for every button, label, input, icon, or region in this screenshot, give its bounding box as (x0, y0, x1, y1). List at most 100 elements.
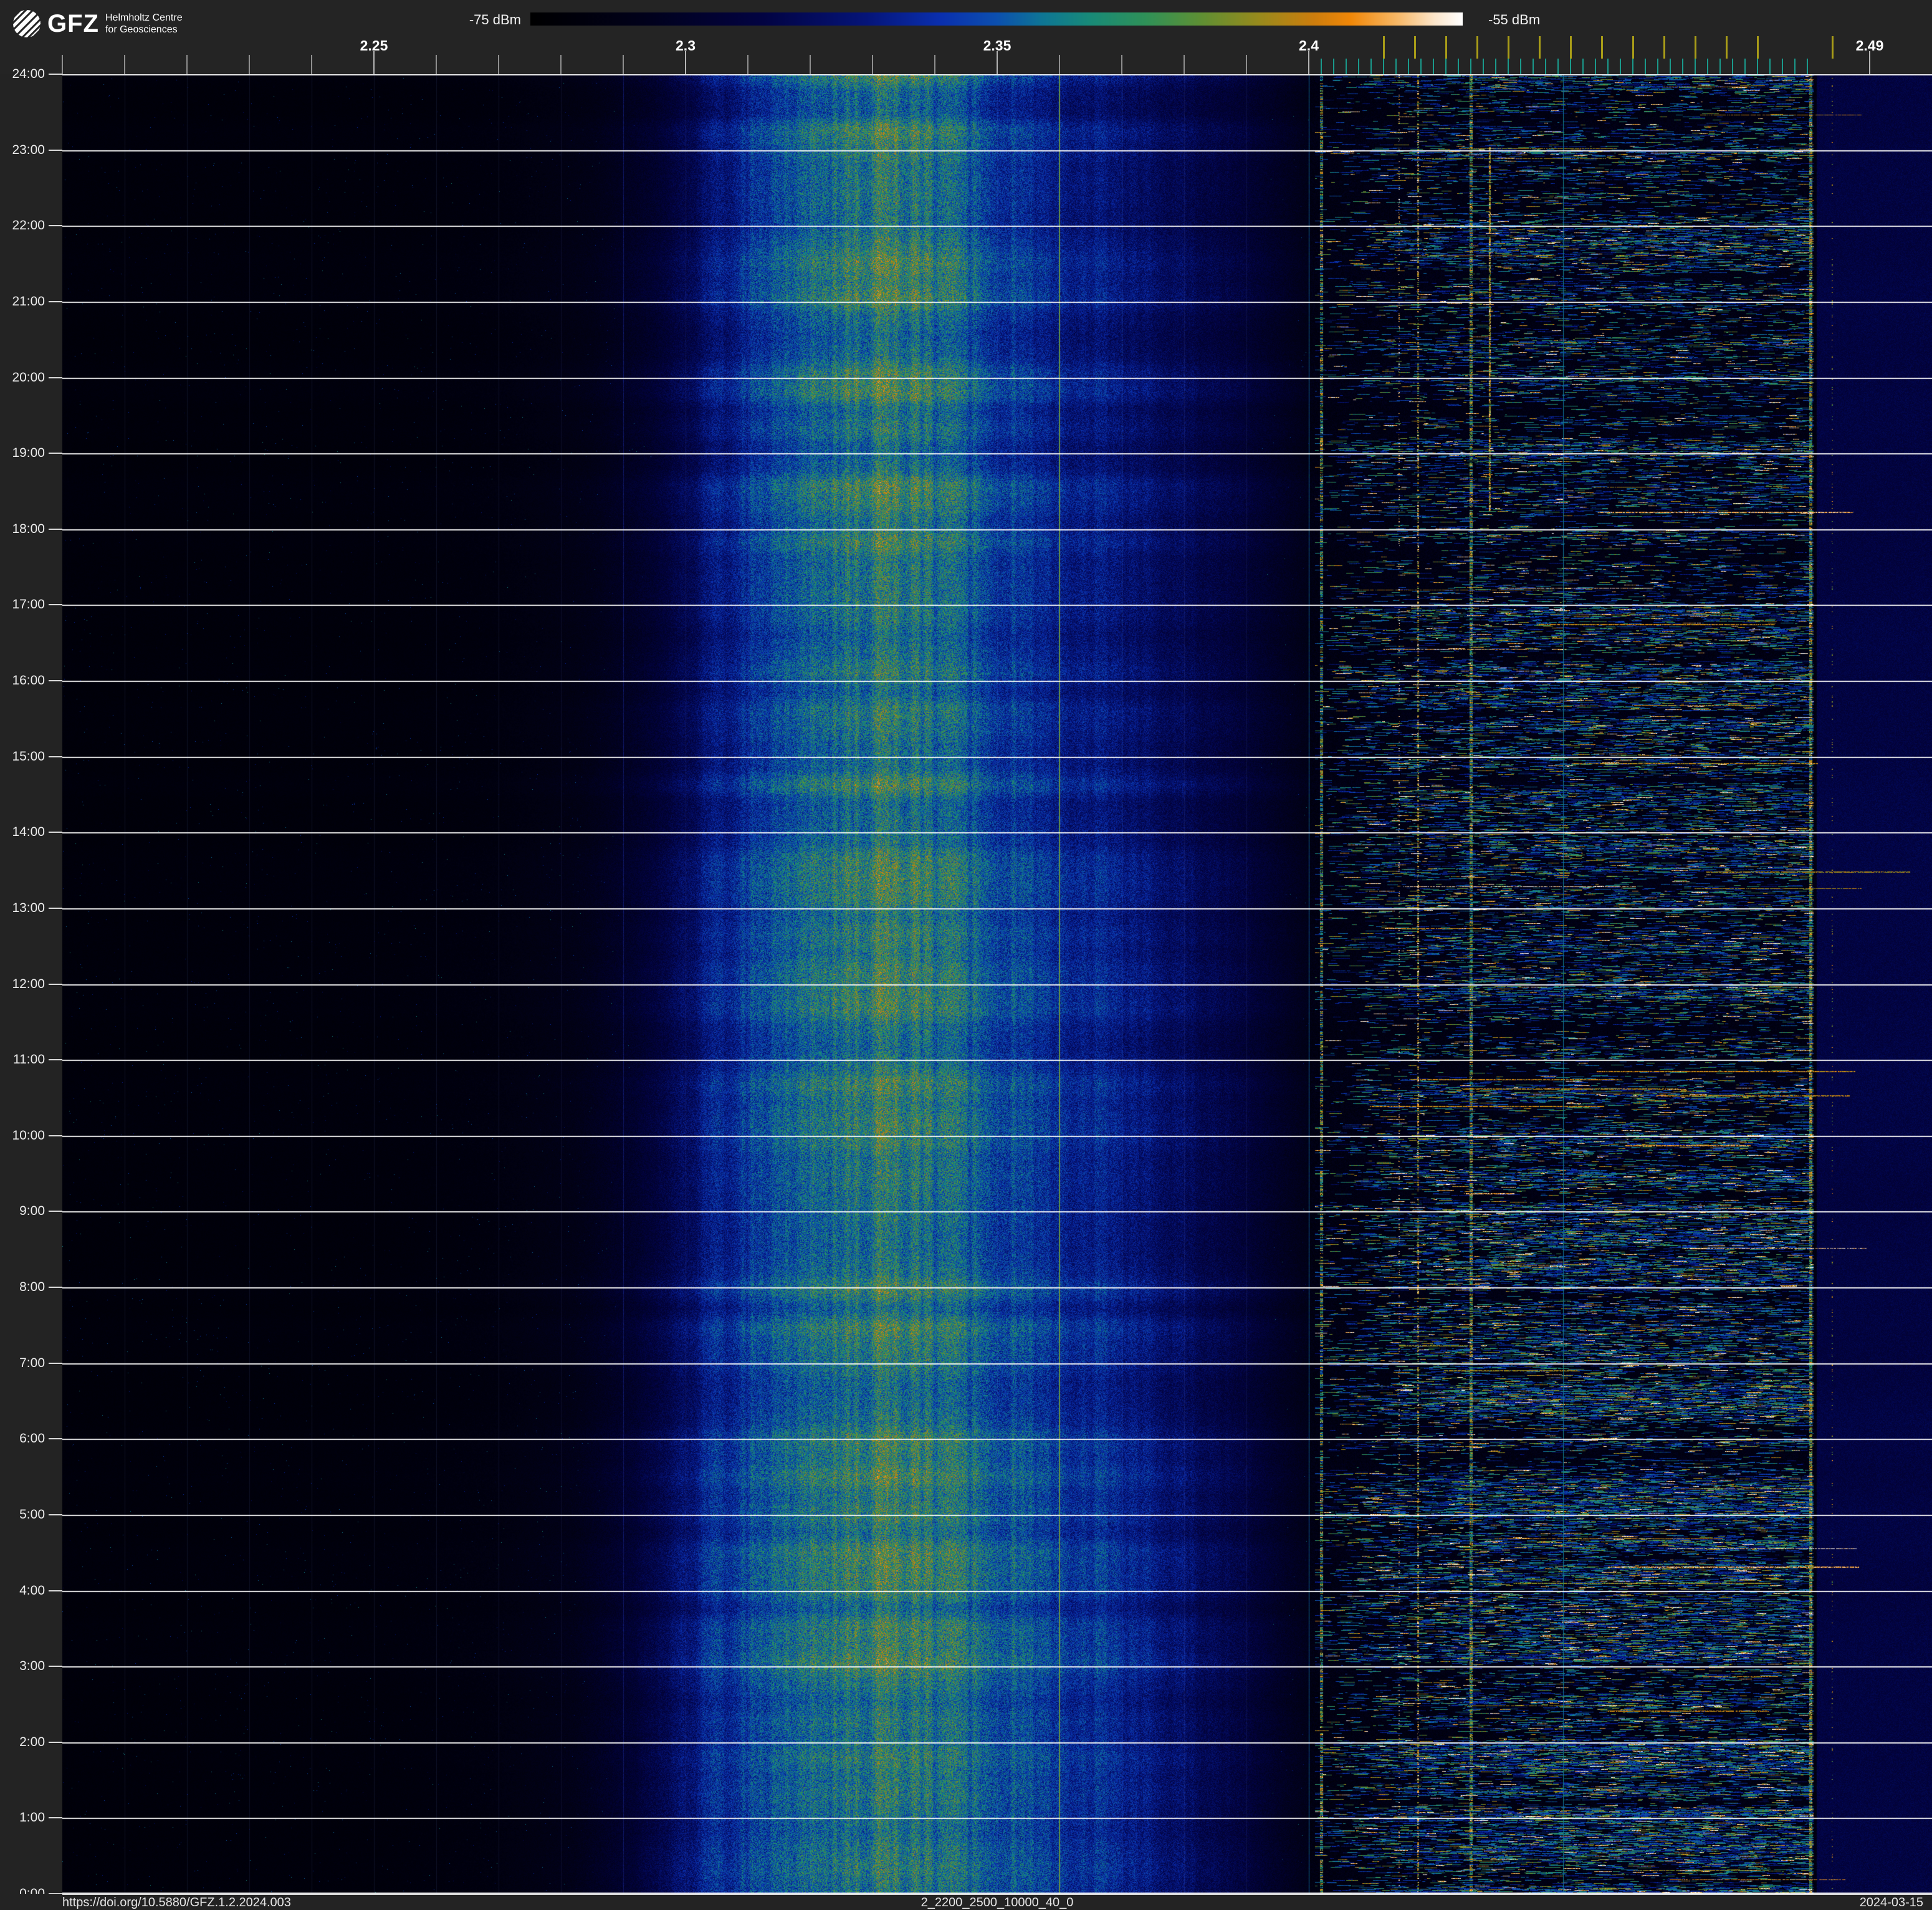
hour-tick (49, 149, 62, 151)
freq-major-tick (997, 51, 998, 74)
hour-tick (49, 1666, 62, 1668)
bluetooth-channel-tick (1408, 59, 1409, 74)
logo-acronym: GFZ (47, 9, 99, 37)
freq-minor-tick (934, 55, 935, 74)
bluetooth-channel-tick (1620, 59, 1621, 74)
hour-label: 21:00 (12, 294, 45, 309)
bluetooth-channel-tick (1732, 59, 1733, 74)
bluetooth-channel-tick (1707, 59, 1708, 74)
hour-label: 8:00 (19, 1280, 45, 1294)
hour-tick (49, 983, 62, 985)
hour-tick (49, 528, 62, 530)
footer-bar: https://doi.org/10.5880/GFZ.1.2.2024.003… (0, 1894, 1932, 1910)
bluetooth-channel-tick (1495, 59, 1496, 74)
bluetooth-channel-tick (1595, 59, 1596, 74)
hour-label: 12:00 (12, 976, 45, 991)
hour-tick (49, 680, 62, 681)
wifi-channel-tick (1694, 36, 1696, 59)
bluetooth-channel-tick (1545, 59, 1546, 74)
bluetooth-channel-tick (1333, 59, 1334, 74)
hour-tick (49, 1817, 62, 1819)
hour-label: 5:00 (19, 1507, 45, 1522)
hour-tick (49, 1059, 62, 1061)
freq-axis-label: 2.49 (1855, 37, 1884, 54)
hour-tick (49, 1514, 62, 1515)
hour-tick (49, 604, 62, 606)
bluetooth-channel-tick (1570, 59, 1571, 74)
bluetooth-channel-tick (1445, 59, 1447, 74)
bluetooth-channel-tick (1358, 59, 1359, 74)
freq-minor-tick (1121, 55, 1122, 74)
bluetooth-channel-tick (1520, 59, 1521, 74)
wifi-channel-tick (1756, 36, 1759, 59)
hour-label: 14:00 (12, 825, 45, 840)
bluetooth-channel-tick (1420, 59, 1422, 74)
hour-label: 1:00 (19, 1810, 45, 1825)
bluetooth-channel-tick (1807, 59, 1808, 74)
freq-minor-tick (186, 55, 188, 74)
wifi-channel-tick (1476, 36, 1478, 59)
bluetooth-channel-tick (1695, 59, 1696, 74)
hour-tick (49, 832, 62, 833)
hour-label: 13:00 (12, 900, 45, 915)
bluetooth-channel-tick (1321, 59, 1322, 74)
hour-label: 2:00 (19, 1734, 45, 1749)
hour-tick (49, 756, 62, 757)
wifi-channel-tick (1600, 36, 1603, 59)
freq-minor-tick (1184, 55, 1185, 74)
bluetooth-channel-tick (1395, 59, 1397, 74)
hour-tick (49, 225, 62, 227)
freq-minor-tick (1246, 55, 1247, 74)
hour-label: 19:00 (12, 446, 45, 461)
hour-tick (49, 300, 62, 302)
hour-tick (49, 1590, 62, 1591)
bluetooth-channel-tick (1557, 59, 1559, 74)
spectrogram-canvas (62, 74, 1932, 1894)
freq-axis-label: 2.25 (360, 37, 388, 54)
hour-label: 9:00 (19, 1204, 45, 1219)
hour-tick (49, 74, 62, 75)
bluetooth-channel-tick (1670, 59, 1671, 74)
hour-tick (49, 1362, 62, 1364)
hour-label: 7:00 (19, 1355, 45, 1370)
plot-bottom-rule (62, 1894, 1932, 1895)
freq-axis-label: 2.35 (983, 37, 1011, 54)
wifi-channel-tick (1569, 36, 1572, 59)
wifi-channel-tick (1413, 36, 1416, 59)
hour-tick (49, 1211, 62, 1212)
wifi-channel-tick (1382, 36, 1385, 59)
freq-major-tick (1869, 51, 1870, 74)
hour-label: 20:00 (12, 370, 45, 385)
hour-label: 11:00 (13, 1052, 45, 1067)
bluetooth-channel-tick (1508, 59, 1509, 74)
header-bar: GFZ Helmholtz Centre for Geosciences -75… (0, 0, 1932, 74)
freq-major-tick (685, 51, 686, 74)
colorbar-max-label: -55 dBm (1488, 12, 1541, 27)
hour-label: 6:00 (19, 1431, 45, 1446)
bluetooth-channel-tick (1782, 59, 1783, 74)
bluetooth-channel-tick (1744, 59, 1746, 74)
hour-tick (49, 1135, 62, 1136)
freq-minor-tick (747, 55, 748, 74)
wifi-channel-tick (1507, 36, 1509, 59)
dataset-id-label: 2_2200_2500_10000_40_0 (921, 1896, 1074, 1909)
hour-label: 23:00 (12, 142, 45, 157)
wifi-channel-tick (1831, 36, 1834, 59)
colorbar-min-label: -75 dBm (469, 12, 521, 27)
colorbar-gradient (530, 12, 1463, 26)
freq-minor-tick (436, 55, 437, 74)
logo-tagline: Helmholtz Centre for Geosciences (105, 12, 183, 36)
hour-label: 17:00 (12, 597, 45, 612)
bluetooth-channel-tick (1645, 59, 1646, 74)
hour-label: 18:00 (12, 521, 45, 536)
gfz-logo: GFZ Helmholtz Centre for Geosciences (12, 6, 183, 41)
wifi-channel-tick (1632, 36, 1634, 59)
hour-tick (49, 377, 62, 378)
spectrogram-page: GFZ Helmholtz Centre for Geosciences -75… (0, 0, 1932, 1910)
bluetooth-channel-tick (1470, 59, 1471, 74)
wifi-channel-tick (1538, 36, 1541, 59)
gfz-logo-icon (12, 9, 41, 38)
logo-tagline-line2: for Geosciences (105, 24, 178, 35)
hour-tick (49, 453, 62, 454)
bluetooth-channel-tick (1383, 59, 1384, 74)
